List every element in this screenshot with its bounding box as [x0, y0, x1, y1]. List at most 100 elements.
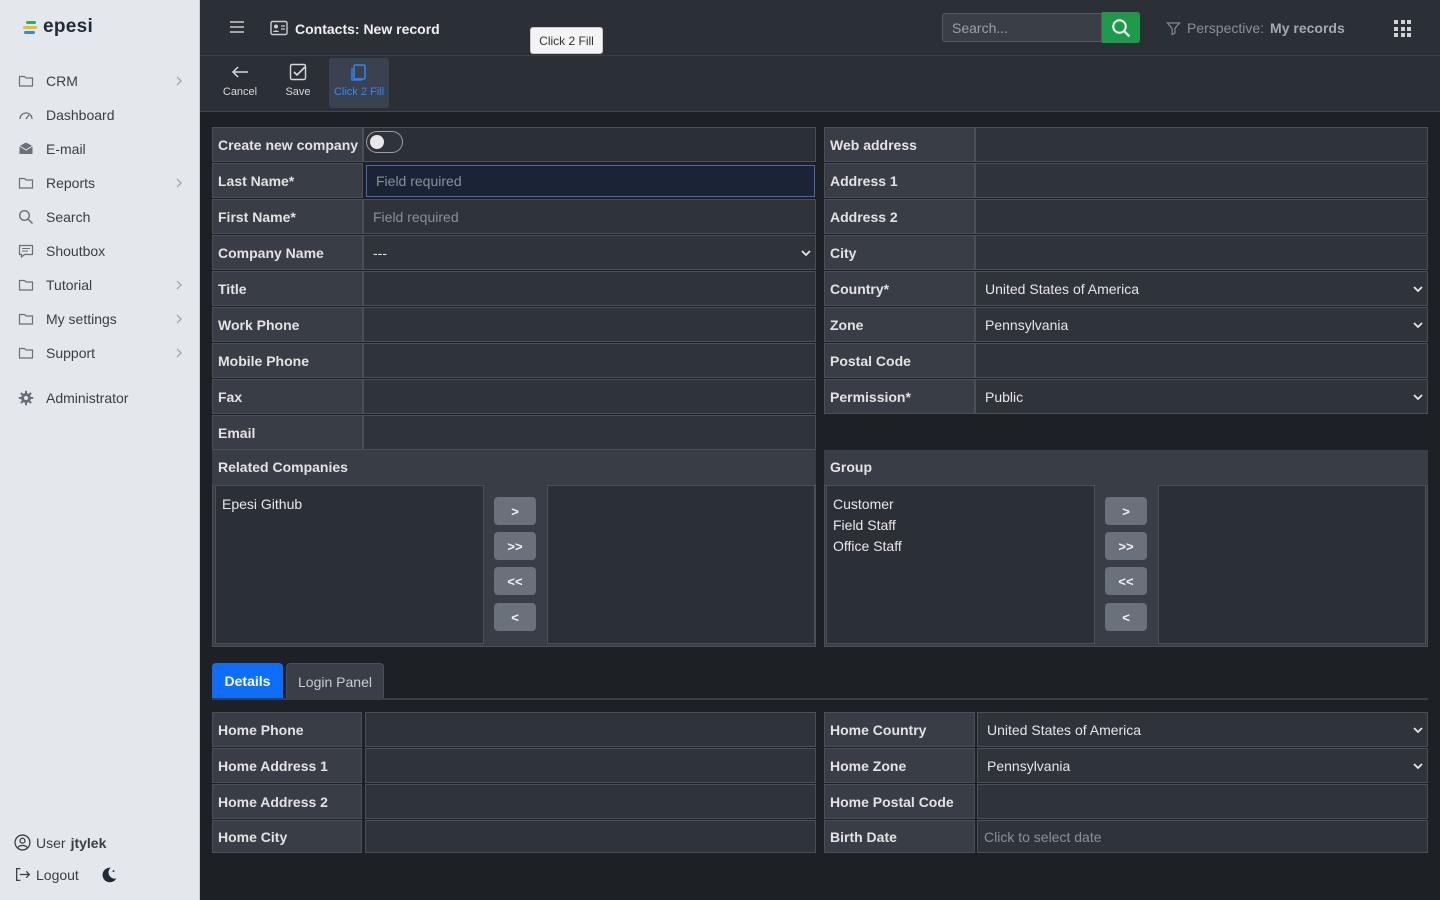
last-name-input[interactable]: Field required [366, 165, 815, 197]
sidebar-item-label: Reports [46, 175, 96, 191]
address-2-input[interactable] [975, 199, 1428, 234]
mobile-phone-input[interactable] [363, 343, 816, 378]
birth-date-input[interactable]: Click to select date [977, 820, 1428, 853]
chevron-right-icon [176, 178, 182, 188]
click2fill-button[interactable]: Click 2 Fill [329, 58, 389, 108]
work-phone-input[interactable] [363, 307, 816, 342]
add-all-button[interactable]: >> [1105, 532, 1147, 560]
home-zone-select[interactable]: Pennsylvania [977, 748, 1428, 783]
remove-selected-button[interactable]: < [1105, 603, 1147, 631]
create-company-toggle[interactable] [366, 131, 403, 153]
web-address-input[interactable] [975, 127, 1428, 162]
related-companies-selected-list[interactable] [547, 485, 815, 644]
hamburger-menu-icon[interactable] [228, 19, 246, 35]
sidebar-item-reports[interactable]: Reports [0, 168, 199, 198]
home-country-select[interactable]: United States of America [977, 712, 1428, 747]
chevron-right-icon [176, 314, 182, 324]
remove-all-button[interactable]: << [1105, 567, 1147, 595]
user-label: User [36, 834, 66, 851]
user-info[interactable]: User jtylek [14, 834, 106, 851]
title-input[interactable] [363, 271, 816, 306]
group-label: Group [824, 450, 1428, 484]
city-label: City [824, 235, 975, 270]
home-city-input[interactable] [365, 820, 816, 853]
first-name-input[interactable]: Field required [363, 199, 816, 234]
list-item[interactable]: Office Staff [833, 536, 1088, 557]
folder-icon [18, 177, 34, 189]
search-button[interactable] [1102, 12, 1140, 43]
logo-icon [22, 20, 38, 34]
top-header: Contacts: New record Click 2 Fill Perspe… [200, 0, 1440, 56]
fax-input[interactable] [363, 379, 816, 414]
moon-icon[interactable] [100, 866, 118, 884]
address-1-input[interactable] [975, 163, 1428, 198]
related-companies-available-list[interactable]: Epesi Github [215, 485, 484, 644]
fax-label: Fax [212, 379, 363, 414]
sidebar-item-tutorial[interactable]: Tutorial [0, 270, 199, 300]
group-selected-list[interactable] [1158, 485, 1426, 644]
sidebar-item-support[interactable]: Support [0, 338, 199, 368]
app-logo[interactable]: epesi [22, 16, 93, 38]
home-address-1-input[interactable] [365, 748, 816, 783]
folder-icon [18, 347, 34, 359]
remove-selected-button[interactable]: < [494, 603, 536, 631]
sidebar-item-search[interactable]: Search [0, 202, 199, 232]
group-available-list[interactable]: Customer Field Staff Office Staff [826, 485, 1095, 644]
sidebar-item-shoutbox[interactable]: Shoutbox [0, 236, 199, 266]
web-address-label: Web address [824, 127, 975, 162]
search-icon [18, 209, 34, 225]
home-city-label: Home City [212, 820, 362, 853]
add-selected-button[interactable]: > [1105, 497, 1147, 525]
country-label: Country* [824, 271, 975, 306]
chevron-down-icon [1413, 285, 1423, 292]
city-input[interactable] [975, 235, 1428, 270]
add-all-button[interactable]: >> [494, 532, 536, 560]
chevron-down-icon [1413, 393, 1423, 400]
create-company-cell [363, 127, 816, 162]
chevron-right-icon [176, 348, 182, 358]
tab-login-panel[interactable]: Login Panel [286, 663, 384, 699]
cancel-button[interactable]: Cancel [210, 58, 270, 108]
perspective-selector[interactable]: Perspective: My records [1166, 20, 1345, 36]
create-company-label: Create new company [212, 127, 363, 162]
save-button[interactable]: Save [268, 58, 328, 108]
company-name-label: Company Name [212, 235, 363, 270]
logout-button[interactable]: Logout [14, 866, 79, 883]
search-icon [1112, 18, 1131, 37]
envelope-icon [19, 142, 33, 154]
sidebar-item-email[interactable]: E-mail [0, 134, 199, 164]
cancel-label: Cancel [222, 86, 258, 98]
home-postal-code-input[interactable] [977, 784, 1428, 819]
sidebar-item-my-settings[interactable]: My settings [0, 304, 199, 334]
address-2-label: Address 2 [824, 199, 975, 234]
zone-select[interactable]: Pennsylvania [975, 307, 1428, 342]
app-name: epesi [43, 16, 94, 37]
apps-grid-icon[interactable] [1394, 20, 1411, 37]
home-address-2-input[interactable] [365, 784, 816, 819]
tab-details[interactable]: Details [212, 663, 283, 699]
remove-all-button[interactable]: << [494, 567, 536, 595]
sidebar-item-dashboard[interactable]: Dashboard [0, 100, 199, 130]
address-1-label: Address 1 [824, 163, 975, 198]
permission-select[interactable]: Public [975, 379, 1428, 414]
search-input[interactable] [942, 13, 1102, 42]
add-selected-button[interactable]: > [494, 497, 536, 525]
postal-code-label: Postal Code [824, 343, 975, 378]
list-item[interactable]: Field Staff [833, 515, 1088, 536]
sidebar-item-administrator[interactable]: Administrator [0, 383, 199, 413]
sidebar-item-label: Dashboard [46, 107, 115, 123]
country-select[interactable]: United States of America [975, 271, 1428, 306]
save-label: Save [285, 86, 311, 98]
dashboard-icon [19, 112, 33, 120]
home-phone-input[interactable] [365, 712, 816, 747]
zone-label: Zone [824, 307, 975, 342]
postal-code-input[interactable] [975, 343, 1428, 378]
list-item[interactable]: Epesi Github [222, 494, 477, 515]
arrow-left-icon [231, 66, 248, 78]
email-input[interactable] [363, 415, 816, 450]
list-item[interactable]: Customer [833, 494, 1088, 515]
sidebar-item-label: My settings [46, 311, 117, 327]
company-name-select[interactable]: --- [363, 235, 816, 270]
home-address-1-label: Home Address 1 [212, 748, 362, 783]
sidebar-item-crm[interactable]: CRM [0, 66, 199, 96]
